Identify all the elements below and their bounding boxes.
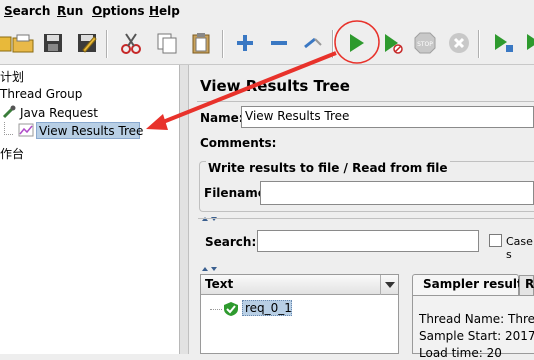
name-field[interactable]: View Results Tree — [241, 106, 534, 128]
test-plan-tree[interactable]: 计划 Thread Group Java Request View Result… — [0, 65, 180, 354]
success-shield-icon — [223, 301, 239, 317]
menu-search[interactable]: Search — [4, 4, 50, 18]
remote-start-all-icon[interactable] — [522, 30, 534, 56]
menu-run[interactable]: Run — [57, 4, 83, 18]
start-no-pause-icon[interactable] — [379, 30, 405, 56]
tree-item-java-request[interactable]: Java Request — [20, 106, 98, 120]
name-label: Name: — [200, 111, 244, 125]
pipette-icon — [2, 105, 16, 119]
text-column-label: Text — [205, 277, 234, 291]
paste-icon[interactable] — [188, 30, 214, 56]
menu-bar: Search Run Options Help — [0, 0, 534, 24]
column-dropdown-icon[interactable] — [380, 275, 398, 295]
expand-icon[interactable] — [232, 30, 258, 56]
tree-item-view-results-tree[interactable]: View Results Tree — [39, 124, 143, 138]
detail-thread-name: Thread Name: Threa — [419, 312, 534, 326]
case-sensitive-checkbox[interactable] — [489, 234, 502, 247]
menu-options[interactable]: Options — [92, 4, 145, 18]
graph-icon — [18, 123, 34, 137]
tab-request-label: R — [525, 277, 534, 291]
detail-load-time: Load time: 20 — [419, 346, 502, 360]
splitter[interactable] — [180, 65, 189, 354]
tree-item-thread-group[interactable]: Thread Group — [0, 87, 82, 101]
comments-label: Comments: — [200, 136, 277, 150]
remote-start-icon[interactable] — [490, 30, 516, 56]
detail-sample-start: Sample Start: 2017-0 — [419, 329, 534, 343]
write-results-legend: Write results to file / Read from file — [206, 161, 450, 175]
sample-item[interactable]: req_0_1 — [245, 301, 292, 315]
start-icon[interactable] — [343, 30, 369, 56]
search-input[interactable] — [257, 230, 479, 252]
tree-item-test-plan[interactable]: 计划 — [0, 68, 24, 85]
save-icon[interactable] — [40, 30, 66, 56]
tree-connector — [4, 122, 13, 135]
view-results-tree-panel: View Results Tree Name: View Results Tre… — [189, 65, 534, 360]
menu-help[interactable]: Help — [149, 4, 180, 18]
save-as-icon[interactable] — [74, 30, 100, 56]
filename-field[interactable] — [260, 181, 534, 205]
open-folder-icon[interactable] — [10, 30, 36, 56]
filename-label: Filename — [204, 186, 266, 200]
cut-icon[interactable] — [118, 30, 144, 56]
stop-icon[interactable]: STOP — [412, 30, 438, 56]
panel-title: View Results Tree — [200, 77, 350, 95]
shutdown-icon[interactable] — [446, 30, 472, 56]
toolbar: STOP — [0, 24, 534, 65]
toggle-icon[interactable] — [300, 30, 326, 56]
tab-sampler-result-label: Sampler result — [423, 277, 523, 291]
copy-icon[interactable] — [154, 30, 180, 56]
tree-item-workbench[interactable]: 作台 — [0, 145, 24, 162]
divider-arrows-icon[interactable] — [201, 211, 225, 221]
divider-arrows-icon-2[interactable] — [201, 261, 225, 271]
svg-text:STOP: STOP — [417, 41, 433, 48]
collapse-icon[interactable] — [266, 30, 292, 56]
case-sensitive-label: Case s — [506, 235, 533, 261]
search-label: Search: — [205, 235, 257, 249]
